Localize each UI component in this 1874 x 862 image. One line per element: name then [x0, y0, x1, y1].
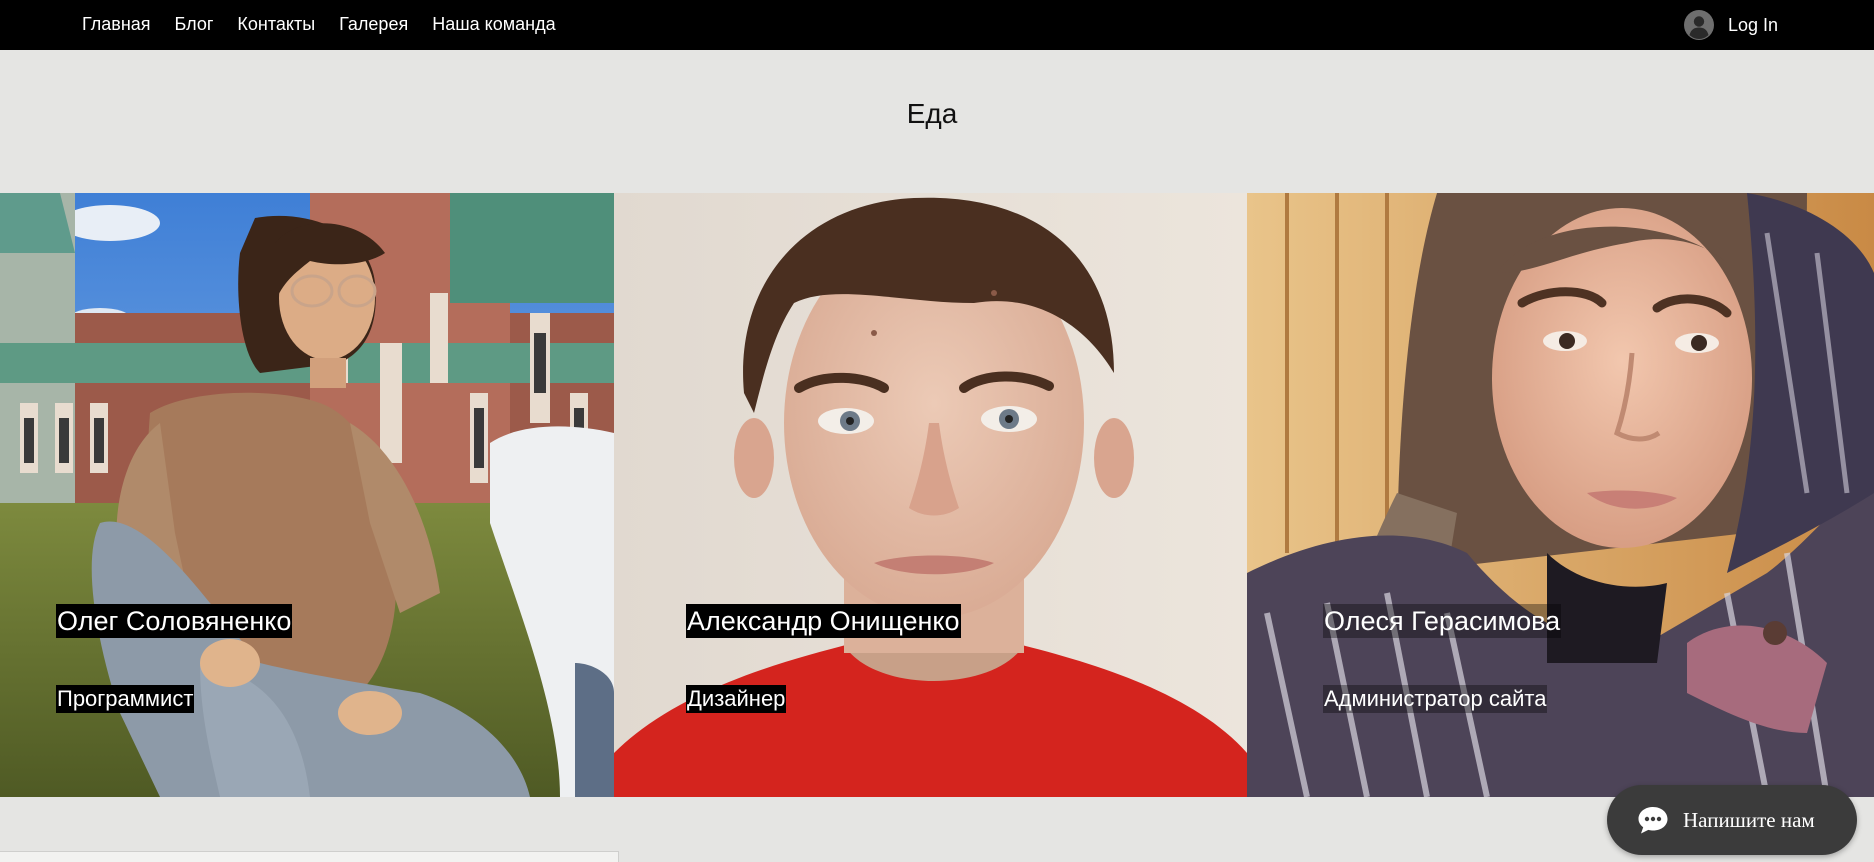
member-name: Александр Онищенко: [686, 604, 961, 638]
nav-item-blog[interactable]: Блог: [175, 14, 214, 35]
chat-label: Напишите нам: [1683, 807, 1815, 832]
content-box-edge: [0, 851, 619, 862]
member-name: Олег Соловяненко: [56, 604, 293, 638]
chat-button[interactable]: Напишите нам: [1607, 785, 1857, 855]
team-gallery: Олег Соловяненко Программист Александр О…: [0, 193, 1874, 797]
nav-item-our-team[interactable]: Наша команда: [432, 14, 555, 35]
user-avatar-icon: [1684, 10, 1714, 40]
member-role: Администратор сайта: [1323, 685, 1548, 713]
team-card[interactable]: Олеся Герасимова Администратор сайта: [1247, 193, 1874, 797]
member-name: Олеся Герасимова: [1323, 604, 1562, 638]
chat-bubble-icon: [1638, 807, 1668, 834]
member-role: Программист: [56, 685, 195, 713]
team-card[interactable]: Олег Соловяненко Программист: [0, 193, 614, 797]
login-button[interactable]: Log In: [1684, 10, 1778, 40]
member-role: Дизайнер: [686, 685, 787, 713]
login-label: Log In: [1728, 14, 1779, 35]
section-title: Еда: [906, 98, 958, 129]
nav-item-gallery[interactable]: Галерея: [339, 14, 408, 35]
team-card[interactable]: Александр Онищенко Дизайнер: [614, 193, 1247, 797]
nav-item-contacts[interactable]: Контакты: [237, 14, 315, 35]
nav-item-home[interactable]: Главная: [82, 14, 151, 35]
top-navigation-bar: Главная Блог Контакты Галерея Наша коман…: [0, 0, 1874, 50]
main-menu: Главная Блог Контакты Галерея Наша коман…: [82, 0, 580, 48]
